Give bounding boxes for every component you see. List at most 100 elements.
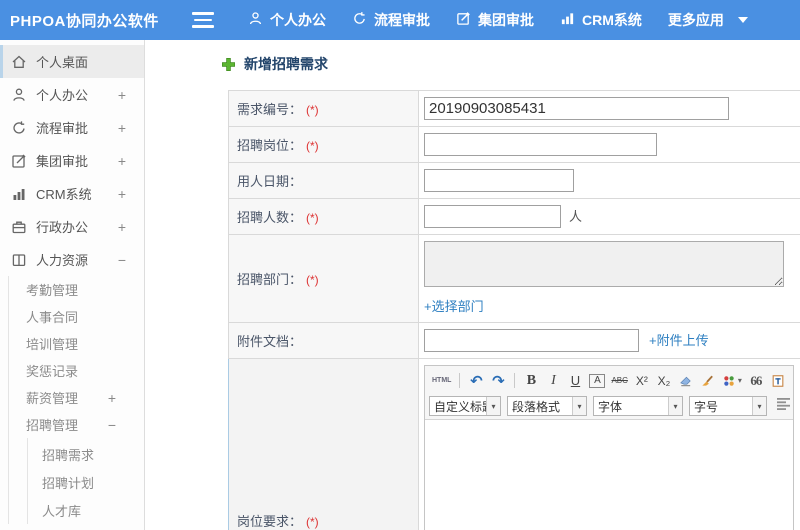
italic-button[interactable]: I [545, 371, 561, 390]
undo-icon[interactable]: ↶ [468, 371, 484, 390]
form-row-job-requirements: 岗位要求： (*) HTML ↶ ↷ B I U A ABC X² X₂ ▾ 6… [228, 358, 800, 530]
underline-button[interactable]: U [567, 371, 583, 390]
expand-icon[interactable]: + [118, 153, 126, 169]
dropdown-value: 段落格式 [512, 399, 561, 414]
expand-icon[interactable]: + [118, 186, 126, 202]
paste-format-icon[interactable] [770, 371, 786, 390]
form-row-attachment: 附件文档： +附件上传 [228, 322, 800, 359]
editor-toolbar-row2: 自定义标题▾ 段落格式▾ 字体▾ 字号▾ [425, 393, 793, 419]
attachment-input[interactable] [424, 329, 639, 352]
color-palette-icon[interactable]: ▾ [722, 371, 742, 390]
hr-submenu: 考勤管理 人事合同 培训管理 奖惩记录 薪资管理 + 招聘管理 − 招聘需求 招… [8, 276, 144, 524]
expand-icon[interactable]: + [118, 219, 126, 235]
bold-button[interactable]: B [523, 371, 539, 390]
required-marker: (*) [306, 211, 319, 225]
top-navigation: 个人办公 流程审批 集团审批 CRM系统 更多应用 [248, 10, 774, 30]
editor-content-area[interactable] [425, 419, 793, 530]
field-label: 招聘岗位： [237, 138, 303, 153]
sidebar-item-crm-system[interactable]: CRM系统 + [0, 177, 144, 210]
eraser-icon[interactable] [678, 371, 694, 390]
subscript-button[interactable]: X₂ [656, 371, 672, 390]
hire-date-input[interactable] [424, 169, 574, 192]
select-department-link[interactable]: +选择部门 [424, 299, 484, 314]
sidebar: 个人桌面 个人办公 + 流程审批 + 集团审批 + CRM系统 + 行政办公 +… [0, 40, 145, 530]
chart-icon [11, 186, 27, 202]
nav-label: CRM系统 [582, 12, 642, 28]
form-row-demand-number: 需求编号： (*) [228, 90, 800, 127]
align-left-icon[interactable] [776, 397, 791, 415]
flow-icon [11, 120, 27, 136]
sidebar-item-workflow-approval[interactable]: 流程审批 + [0, 111, 144, 144]
caret-down-icon [737, 17, 748, 23]
main-content: 新增招聘需求 需求编号：(*) 招聘岗位：(*) 用人日期： [145, 40, 800, 530]
expand-icon[interactable]: + [118, 120, 126, 136]
headcount-input[interactable] [424, 205, 561, 228]
expand-icon[interactable]: + [108, 390, 116, 406]
sidebar-item-recruitment-demand[interactable]: 招聘需求 [28, 440, 144, 468]
sidebar-item-admin-office[interactable]: 行政办公 + [0, 210, 144, 243]
edit-icon [11, 153, 27, 169]
sidebar-item-recruitment-management[interactable]: 招聘管理 − [9, 411, 144, 438]
nav-group-approval[interactable]: 集团审批 [456, 10, 534, 30]
sidebar-item-personal-office[interactable]: 个人办公 + [0, 78, 144, 111]
department-textarea[interactable] [424, 241, 784, 287]
form-row-hire-date: 用人日期： [228, 162, 800, 199]
redo-icon[interactable]: ↷ [490, 371, 506, 390]
paragraph-format-dropdown[interactable]: 段落格式 ▾ [507, 396, 587, 416]
sidebar-item-label: 人事合同 [26, 310, 79, 325]
nav-label: 更多应用 [667, 12, 724, 28]
sidebar-item-personnel-contract[interactable]: 人事合同 [9, 303, 144, 330]
page-title: 新增招聘需求 [221, 54, 328, 74]
toolbar-separator [459, 373, 461, 388]
html-source-button[interactable]: HTML [432, 371, 451, 390]
dropdown-value: 字号 [694, 399, 719, 414]
field-label: 招聘人数： [237, 210, 303, 225]
nav-personal-office[interactable]: 个人办公 [248, 10, 326, 30]
collapse-icon[interactable]: − [108, 417, 116, 433]
nav-workflow-approval[interactable]: 流程审批 [352, 10, 430, 30]
sidebar-item-training-management[interactable]: 培训管理 [9, 330, 144, 357]
sidebar-item-label: 个人办公 [36, 88, 89, 103]
edit-icon [456, 11, 478, 29]
sidebar-item-label: 个人桌面 [36, 55, 89, 70]
caret-down-icon: ▾ [668, 397, 682, 415]
expand-icon[interactable]: + [118, 87, 126, 103]
headcount-unit: 人 [569, 209, 583, 224]
sidebar-item-label: 考勤管理 [26, 283, 79, 298]
font-family-dropdown[interactable]: 字体 ▾ [593, 396, 683, 416]
sidebar-item-reward-punishment[interactable]: 奖惩记录 [9, 357, 144, 384]
position-input[interactable] [424, 133, 657, 156]
sidebar-item-recruitment-plan[interactable]: 招聘计划 [28, 468, 144, 496]
sidebar-item-label: 奖惩记录 [26, 364, 79, 379]
demand-number-input[interactable] [424, 97, 729, 120]
recruitment-form: 需求编号：(*) 招聘岗位：(*) 用人日期： 招聘人数：(*) [228, 90, 800, 530]
field-label: 需求编号： [237, 102, 303, 117]
sidebar-item-attendance-management[interactable]: 考勤管理 [9, 276, 144, 303]
sidebar-item-group-approval[interactable]: 集团审批 + [0, 144, 144, 177]
user-icon [248, 11, 270, 29]
attachment-upload-link[interactable]: +附件上传 [649, 333, 709, 348]
nav-crm-system[interactable]: CRM系统 [560, 10, 642, 30]
strikethrough-button[interactable]: ABC [611, 371, 627, 390]
custom-title-dropdown[interactable]: 自定义标题▾ [429, 396, 501, 416]
hamburger-menu-icon[interactable] [192, 12, 214, 28]
collapse-icon[interactable]: − [118, 252, 126, 268]
sidebar-item-personal-desktop[interactable]: 个人桌面 [0, 45, 144, 78]
sidebar-item-salary-management[interactable]: 薪资管理 + [9, 384, 144, 411]
field-label: 附件文档： [237, 334, 303, 349]
required-marker: (*) [306, 514, 319, 529]
format-brush-icon[interactable] [700, 371, 716, 390]
nav-label: 个人办公 [270, 12, 326, 28]
field-label: 用人日期： [237, 174, 303, 189]
book-icon [11, 252, 27, 268]
nav-more-apps[interactable]: 更多应用 [668, 10, 748, 30]
blockquote-button[interactable]: 66 [748, 371, 764, 390]
superscript-button[interactable]: X² [634, 371, 650, 390]
sidebar-item-talent-pool[interactable]: 人才库 [28, 496, 144, 524]
sidebar-item-label: 集团审批 [36, 154, 89, 169]
font-size-dropdown[interactable]: 字号 ▾ [689, 396, 767, 416]
required-marker: (*) [306, 273, 319, 287]
sidebar-item-human-resources[interactable]: 人力资源 − [0, 243, 144, 276]
text-style-button[interactable]: A [589, 373, 606, 388]
sidebar-item-label: 人力资源 [36, 253, 89, 268]
